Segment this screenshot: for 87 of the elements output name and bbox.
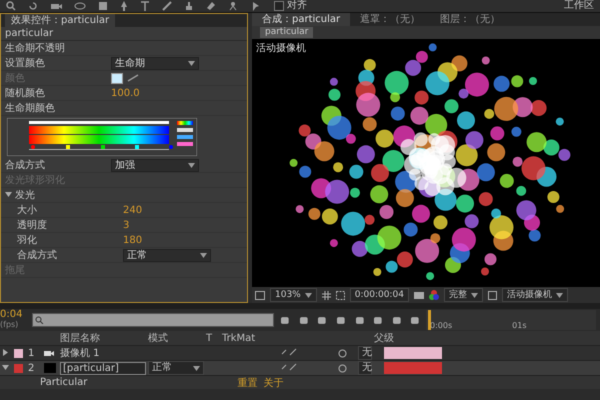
column-header: TrkMat [222,332,256,344]
monitor-icon[interactable] [255,290,265,300]
property-label: 羽化 [17,234,38,248]
magnifier-icon[interactable] [6,1,16,12]
layer-index: 1 [28,348,36,359]
eyedropper-icon[interactable] [127,74,139,82]
layer-row[interactable]: 2 [particular] 正常 无 [0,361,600,376]
property-label: 合成方式 [17,248,58,262]
resolution-dropdown[interactable]: 完整 [444,288,483,302]
channels-icon[interactable] [428,290,439,300]
text-icon[interactable] [140,1,150,12]
property-label: 生命期不透明 [5,42,66,56]
value-text[interactable]: 180 [123,234,142,246]
color-swatch[interactable] [111,72,123,84]
layer-index: 2 [28,362,36,374]
column-header: T [206,332,214,344]
property-label: 随机颜色 [5,86,46,100]
snap-label: 对齐 [287,0,307,12]
property-label: 生命期颜色 [5,102,56,116]
layer-name[interactable]: [particular] [60,362,146,375]
ruler-tick-label: 01s [512,321,526,330]
caret-icon[interactable] [200,252,207,258]
value-text[interactable]: 240 [123,204,142,216]
label-color-swatch[interactable] [14,348,23,358]
property-label: 大小 [17,204,38,218]
dropdown[interactable]: 生命期 [111,56,199,70]
dropdown[interactable]: 正常 [123,248,211,262]
layer-row[interactable]: 1 摄像机 1 无 [0,346,600,362]
layer-name[interactable]: 摄像机 1 [60,346,146,360]
snap-checkbox[interactable] [274,1,284,12]
ruler-tick-label: 0:00s [430,321,452,330]
value-text[interactable]: 100.0 [111,88,140,99]
effect-name[interactable]: Particular [40,377,88,388]
eraser-icon[interactable] [206,1,216,12]
solid-thumbnail [44,363,56,374]
caret-icon[interactable] [193,366,200,371]
caret-icon[interactable] [556,292,563,298]
timecode-field[interactable]: 0:00:00:04 [350,288,409,302]
viewer-tab[interactable]: 合成：particular [252,13,350,26]
puppet-icon[interactable] [228,1,238,12]
camera-icon[interactable] [50,1,62,12]
panel-tab[interactable]: 效果控件：particular [5,14,116,28]
grid-icon[interactable] [322,290,331,300]
twirl-icon[interactable] [2,364,9,371]
parent-dropdown[interactable]: 无 [358,346,372,360]
camera-label: 活动摄像机 [256,42,306,56]
property-label: 发光 [15,188,36,202]
camera-icon [44,349,54,358]
region-icon[interactable] [488,290,497,300]
caret-icon[interactable] [470,292,478,298]
snapshot-icon[interactable] [414,291,424,300]
view-dropdown[interactable]: 活动摄像机 [502,288,568,302]
twirl-icon[interactable] [2,348,9,356]
viewer-tab[interactable]: 图层：（无） [430,13,510,26]
color-gradient-editor-drawing[interactable] [7,118,197,156]
time-ruler[interactable]: 0:00s 01s [426,310,596,330]
column-header: 父级 [374,332,395,346]
effect-link[interactable]: 关于 [263,376,284,390]
property-label: 设置颜色 [5,56,46,70]
current-time[interactable]: 0:04 [0,310,26,320]
twirl-icon[interactable] [5,190,12,198]
label-color-swatch[interactable] [14,364,23,373]
fps-label: (fps) [0,320,20,330]
mask-icon[interactable] [336,290,345,300]
rectangle-icon[interactable] [98,1,108,12]
parent-dropdown[interactable]: 无 [358,361,372,376]
layer-name: particular [1,27,247,42]
column-header: 模式 [148,332,169,346]
mode-dropdown[interactable]: 正常 [148,361,204,376]
zoom-dropdown[interactable]: 103% [270,288,317,302]
caret-icon[interactable] [188,162,195,168]
caret-icon[interactable] [304,292,312,298]
workspace-label: 工作区 [564,0,594,12]
search-icon[interactable] [35,316,45,324]
effect-link[interactable]: 重置 [237,376,258,390]
property-label: 合成方式 [5,158,46,172]
property-label: 透明度 [17,218,48,232]
value-text[interactable]: 3 [123,220,130,231]
dropdown[interactable]: 加强 [111,158,199,172]
brush-icon[interactable] [162,1,172,12]
search-field[interactable] [32,313,274,328]
stamp-icon[interactable] [184,1,194,12]
column-header: 图层名称 [60,332,101,346]
composition-tab[interactable]: particular [260,27,314,38]
viewer-tab[interactable]: 遮罩：（无） [350,13,430,26]
caret-icon[interactable] [188,60,195,66]
rotate-icon[interactable] [28,1,38,12]
